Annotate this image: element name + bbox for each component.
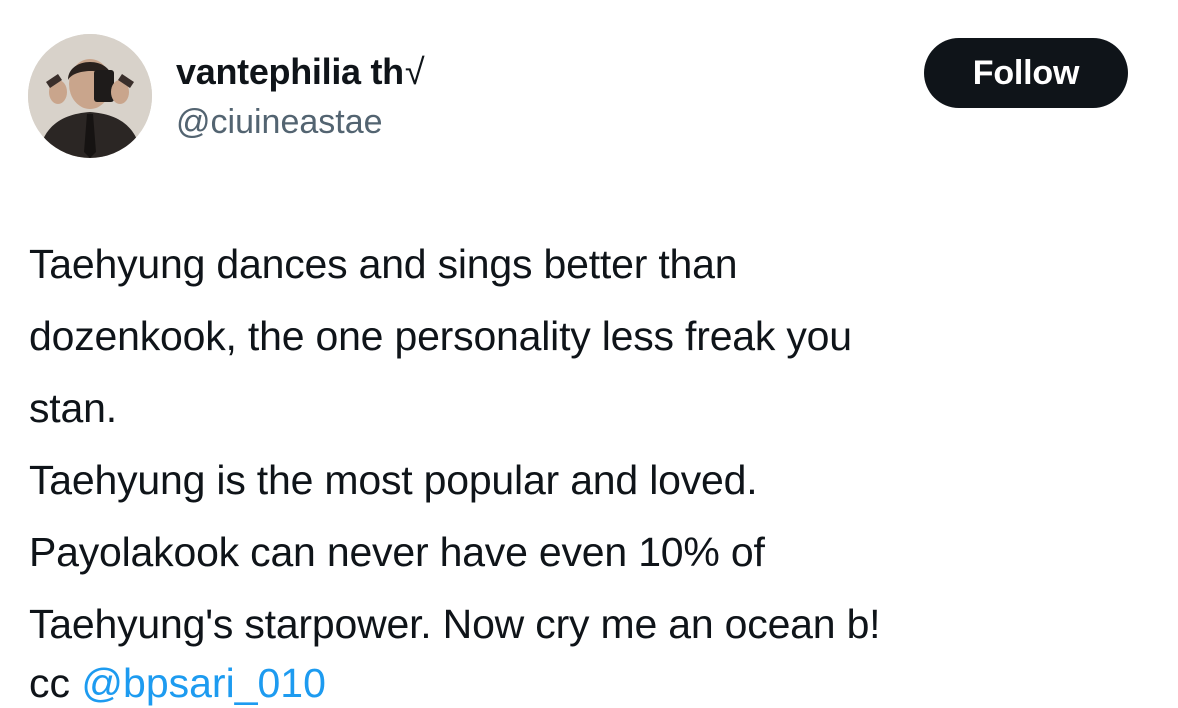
follow-button[interactable]: Follow	[924, 38, 1128, 108]
tweet: vantephilia th√ @ciuineastae Follow Taeh…	[0, 0, 1178, 706]
tweet-text: Taehyung dances and sings better than do…	[29, 228, 1149, 660]
display-name[interactable]: vantephilia th√	[176, 50, 425, 94]
tweet-text-line: Taehyung's starpower. Now cry me an ocea…	[29, 601, 881, 647]
profile-photo-icon	[28, 34, 152, 158]
tweet-text-line: Payolakook can never have even 10% of	[29, 529, 765, 575]
avatar[interactable]	[28, 34, 152, 158]
user-handle[interactable]: @ciuineastae	[176, 101, 383, 143]
cc-prefix: cc	[29, 660, 70, 706]
tweet-text-cutoff-line: cc @bpsari_010	[29, 658, 326, 708]
verified-mark-icon: √	[404, 51, 425, 92]
mention-link[interactable]: @bpsari_010	[81, 660, 326, 706]
tweet-text-line: dozenkook, the one personality less frea…	[29, 313, 852, 359]
tweet-text-line: Taehyung dances and sings better than	[29, 241, 738, 287]
tweet-text-line: stan.	[29, 385, 117, 431]
tweet-text-line: Taehyung is the most popular and loved.	[29, 457, 758, 503]
display-name-text: vantephilia th	[176, 51, 404, 92]
